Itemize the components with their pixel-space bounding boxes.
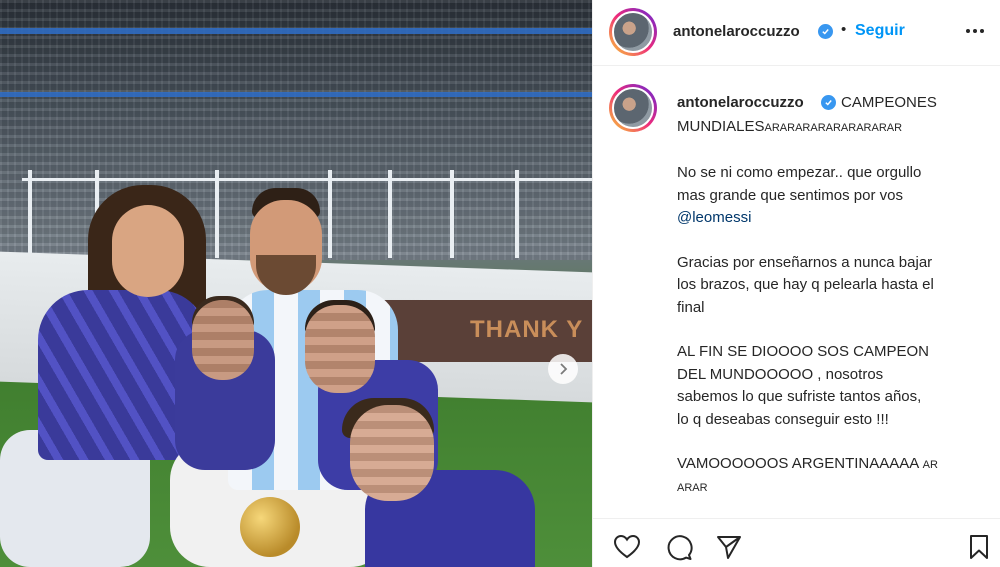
stadium-ring (0, 92, 592, 97)
caption-headline-small: ARARARARARARARARAR (764, 122, 903, 134)
caption-line: Gracias por enseñarnos a nunca bajar (677, 253, 933, 271)
send-icon (717, 536, 741, 559)
railing-post (515, 170, 519, 258)
caption-line: sabemos lo que sufriste tantos años, (677, 388, 922, 405)
caption-small-text: AR (922, 459, 938, 471)
more-options-icon[interactable] (963, 21, 987, 41)
like-button[interactable] (613, 533, 643, 563)
avatar[interactable] (609, 8, 657, 56)
chevron-right-icon (560, 363, 568, 375)
caption-headline-line2: MUNDIALESARARARARARARARARAR (677, 118, 902, 135)
post-photo[interactable]: THANK Y (0, 0, 592, 567)
caption-line: los brazos, que hay q pelearla hasta el (677, 276, 934, 293)
railing (22, 178, 592, 181)
railing-post (388, 170, 392, 258)
separator-dot: • (841, 21, 847, 38)
blurred-face (350, 405, 434, 501)
caption-line: DEL MUNDOOOOO , nosotros (677, 365, 884, 383)
stadium-ring (0, 28, 592, 34)
caption-headline: CAMPEONES (841, 94, 937, 111)
woman-face (112, 205, 184, 297)
post-sidebar: antonelaroccuzzo • Seguir antonelaroccuz… (592, 0, 1000, 567)
username-link[interactable]: antonelaroccuzzo (673, 23, 800, 40)
blurred-face (305, 305, 375, 393)
caption-line: mas grande que sentimos por vos (677, 186, 903, 204)
comment-icon (667, 535, 693, 561)
railing-post (328, 170, 332, 258)
verified-badge-icon (818, 24, 833, 39)
post-caption: antonelaroccuzzo CAMPEONES MUNDIALESARAR… (593, 78, 1000, 508)
caption-text: VAMOOOOOOS ARGENTINAAAAA (677, 455, 919, 472)
share-button[interactable] (715, 533, 745, 563)
caption-paragraph: Gracias por enseñarnos a nunca bajar los… (677, 252, 987, 320)
caption-body: No se ni como empezar.. que orgullo mas … (677, 162, 987, 508)
railing-post (215, 170, 219, 258)
save-button[interactable] (965, 533, 995, 563)
world-cup-trophy (240, 497, 300, 557)
caption-line: lo q deseabas conseguir esto !!! (677, 410, 889, 428)
caption-line: No se ni como empezar.. que orgullo (677, 164, 922, 181)
caption-username-link[interactable]: antonelaroccuzzo (677, 94, 804, 111)
blurred-face (192, 300, 254, 380)
banner-text: THANK Y (470, 316, 584, 343)
follow-button[interactable]: Seguir (855, 22, 905, 40)
verified-badge-icon (821, 95, 836, 110)
caption-small-text: ARAR (677, 481, 708, 494)
caption-headline-text: MUNDIALES (677, 118, 765, 135)
mention-link[interactable]: @leomessi (677, 207, 987, 230)
caption-line: VAMOOOOOOS ARGENTINAAAAA AR (677, 453, 987, 477)
action-bar (593, 518, 1000, 567)
next-photo-button[interactable] (548, 354, 578, 384)
post-header: antonelaroccuzzo • Seguir (593, 0, 1000, 66)
railing-post (28, 170, 32, 258)
caption-overflow: · · · (677, 503, 694, 508)
caption-line: AL FIN SE DIOOOO SOS CAMPEON (677, 343, 929, 360)
caption-paragraph: No se ni como empezar.. que orgullo mas … (677, 162, 987, 230)
comment-button[interactable] (665, 533, 695, 563)
caption-line: final (677, 298, 705, 316)
caption-paragraph: VAMOOOOOOS ARGENTINAAAAA AR ARAR (677, 453, 987, 499)
caption-paragraph: AL FIN SE DIOOOO SOS CAMPEON DEL MUNDOOO… (677, 341, 987, 431)
bookmark-icon (970, 535, 988, 559)
railing-post (450, 170, 454, 258)
heart-icon (613, 534, 641, 559)
avatar[interactable] (609, 84, 657, 132)
